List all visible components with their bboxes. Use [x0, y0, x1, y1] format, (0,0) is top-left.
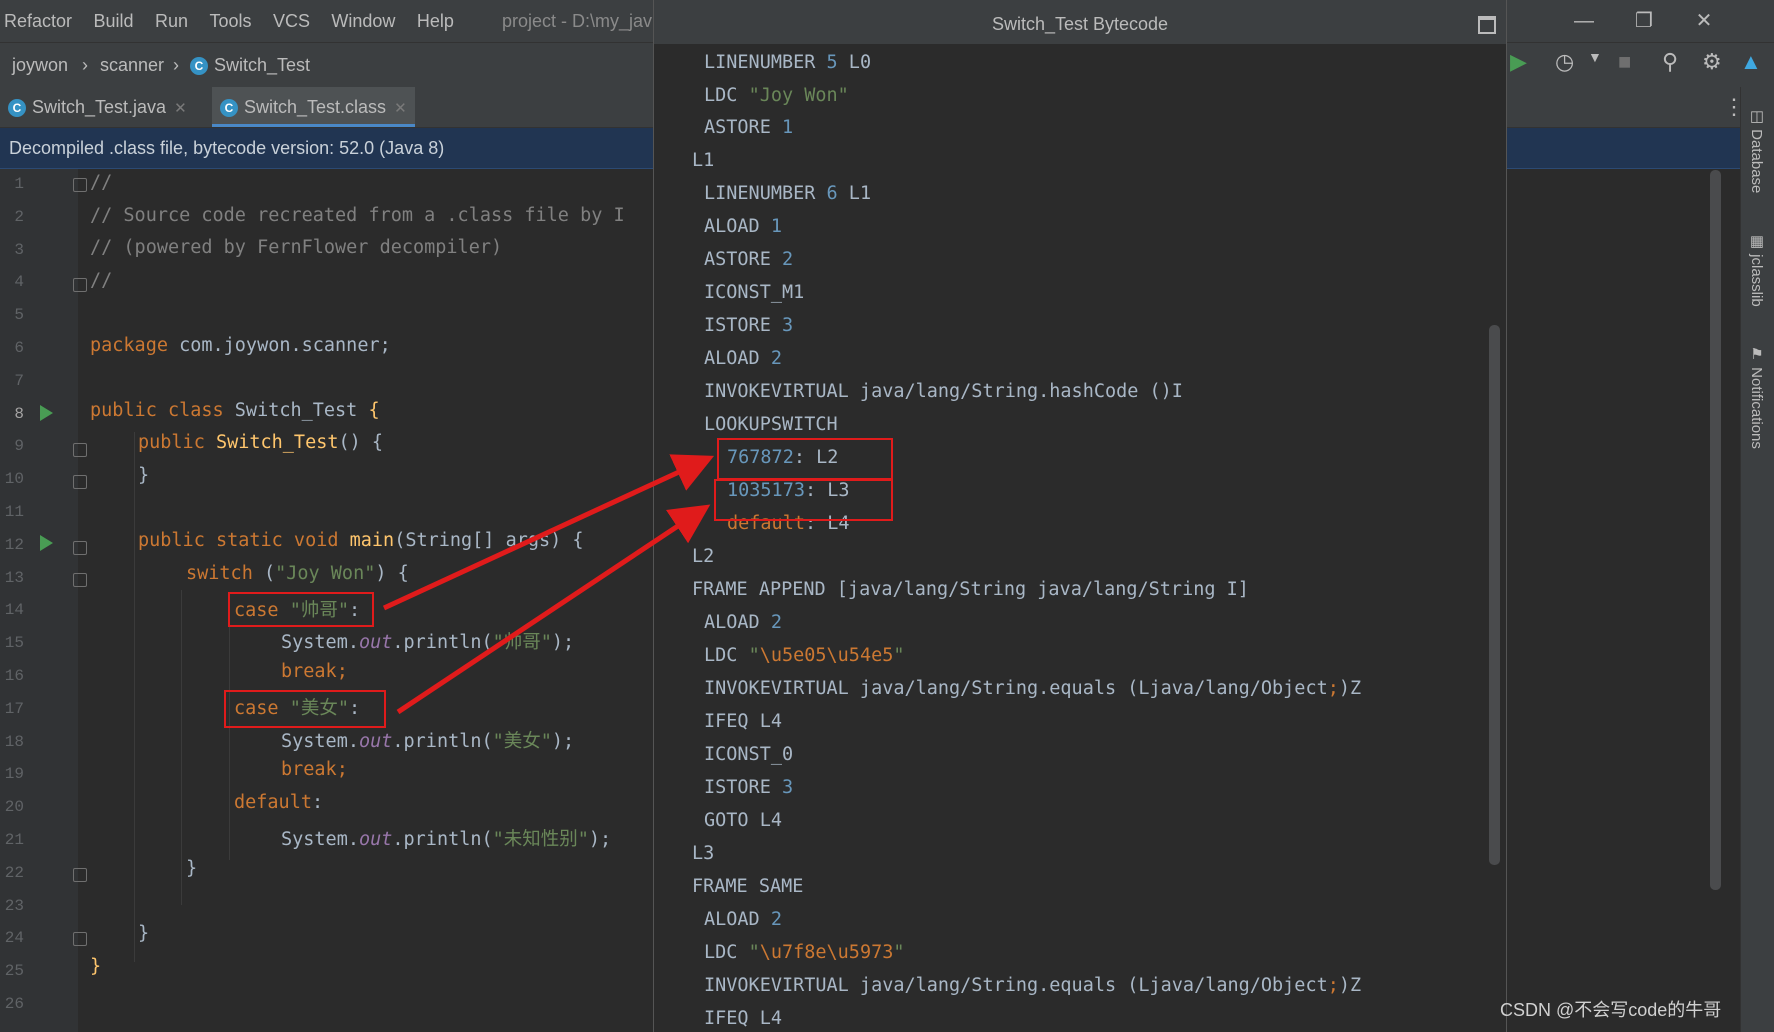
notifications-tool-tab[interactable]: ⚑ Notifications [1747, 345, 1765, 449]
tab-label: jclasslib [1748, 254, 1765, 307]
tab-label: Database [1748, 129, 1765, 194]
database-icon: ◫ [1748, 107, 1765, 130]
arrow-case-beauty [396, 504, 711, 715]
watermark: CSDN @不会写code的牛哥 [1500, 1000, 1722, 1020]
database-tool-tab[interactable]: ◫ Database [1747, 107, 1765, 193]
right-tool-strip: ◫ Database ▦ jclasslib ⚑ Notifications [1740, 87, 1774, 1032]
jclasslib-icon: ▦ [1748, 232, 1765, 255]
jclasslib-tool-tab[interactable]: ▦ jclasslib [1747, 232, 1765, 307]
tab-label: Notifications [1748, 367, 1765, 449]
annotation-arrows [382, 454, 715, 715]
arrow-case-handsome [382, 454, 715, 611]
bell-icon: ⚑ [1748, 345, 1765, 368]
